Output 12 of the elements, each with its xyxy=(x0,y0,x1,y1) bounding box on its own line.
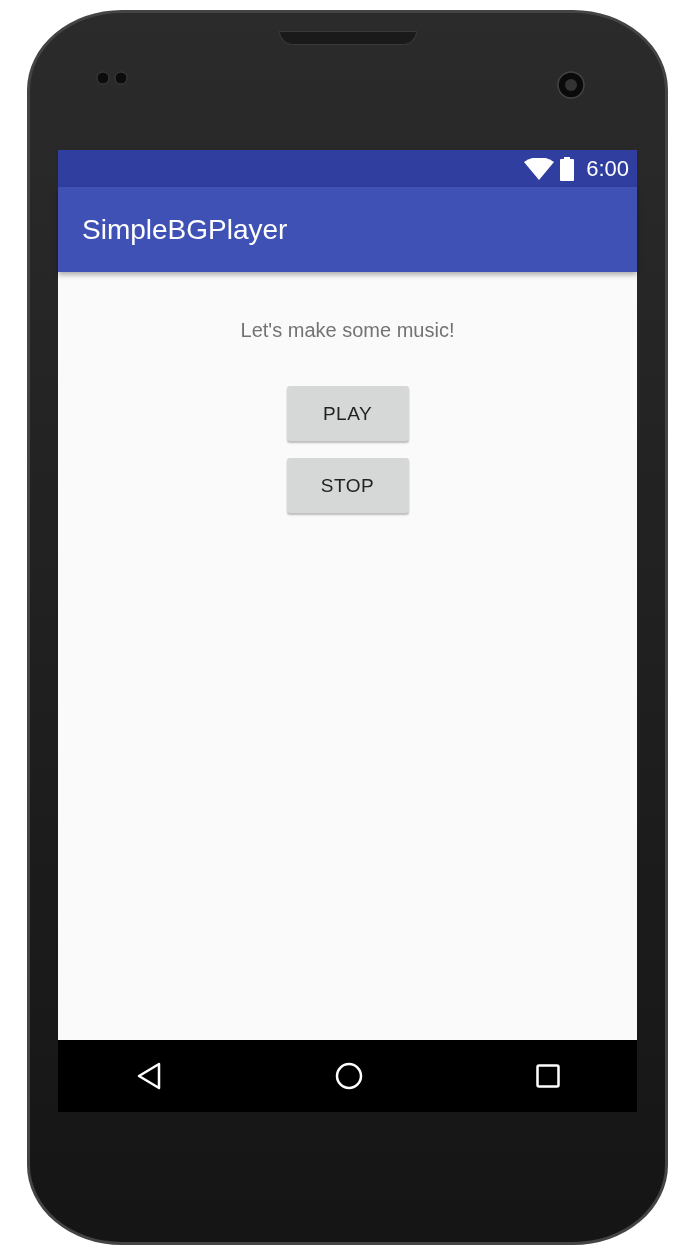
play-button[interactable]: PLAY xyxy=(286,386,409,441)
stop-button[interactable]: STOP xyxy=(286,458,409,513)
wifi-icon xyxy=(524,157,555,180)
camera-icon xyxy=(557,71,585,99)
status-time: 6:00 xyxy=(586,155,629,182)
sensor-icon xyxy=(96,71,130,85)
home-icon[interactable] xyxy=(335,1062,363,1090)
message-text: Let's make some music! xyxy=(240,319,455,342)
battery-icon xyxy=(560,156,575,181)
app-title: SimpleBGPlayer xyxy=(82,213,288,246)
recents-icon[interactable] xyxy=(536,1064,560,1088)
back-icon[interactable] xyxy=(136,1062,162,1090)
